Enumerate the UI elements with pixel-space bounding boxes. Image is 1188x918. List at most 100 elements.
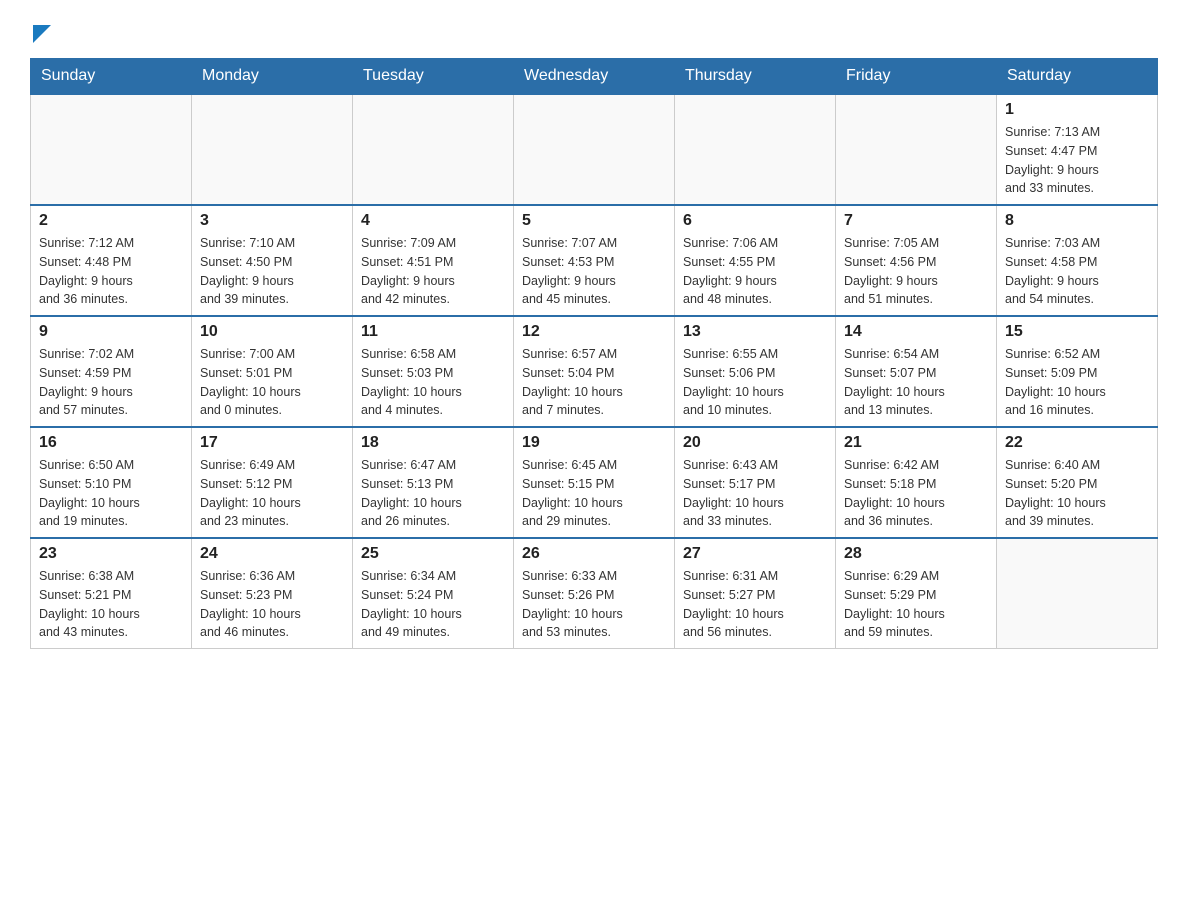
day-number: 26: [522, 545, 666, 563]
calendar-cell: 5 Sunrise: 7:07 AMSunset: 4:53 PMDaylight…: [514, 205, 675, 316]
day-number: 9: [39, 323, 183, 341]
calendar-cell: 23 Sunrise: 6:38 AMSunset: 5:21 PMDayligh…: [31, 538, 192, 649]
day-info: Sunrise: 6:49 AMSunset: 5:12 PMDaylight:…: [200, 456, 344, 531]
day-number: 28: [844, 545, 988, 563]
day-info: Sunrise: 6:33 AMSunset: 5:26 PMDaylight:…: [522, 567, 666, 642]
calendar-cell: [836, 94, 997, 205]
calendar-cell: 9 Sunrise: 7:02 AMSunset: 4:59 PMDaylight…: [31, 316, 192, 427]
weekday-header-row: SundayMondayTuesdayWednesdayThursdayFrid…: [31, 59, 1158, 95]
day-number: 15: [1005, 323, 1149, 341]
page-header: [30, 20, 1158, 48]
calendar-cell: [675, 94, 836, 205]
calendar-cell: 7 Sunrise: 7:05 AMSunset: 4:56 PMDaylight…: [836, 205, 997, 316]
calendar-cell: 1 Sunrise: 7:13 AMSunset: 4:47 PMDaylight…: [997, 94, 1158, 205]
day-info: Sunrise: 6:57 AMSunset: 5:04 PMDaylight:…: [522, 345, 666, 420]
day-number: 24: [200, 545, 344, 563]
week-row-3: 9 Sunrise: 7:02 AMSunset: 4:59 PMDaylight…: [31, 316, 1158, 427]
day-info: Sunrise: 7:09 AMSunset: 4:51 PMDaylight:…: [361, 234, 505, 309]
day-number: 21: [844, 434, 988, 452]
day-info: Sunrise: 7:10 AMSunset: 4:50 PMDaylight:…: [200, 234, 344, 309]
calendar-cell: 18 Sunrise: 6:47 AMSunset: 5:13 PMDayligh…: [353, 427, 514, 538]
logo: [30, 20, 51, 48]
day-number: 16: [39, 434, 183, 452]
calendar-cell: [192, 94, 353, 205]
day-number: 2: [39, 212, 183, 230]
day-info: Sunrise: 6:38 AMSunset: 5:21 PMDaylight:…: [39, 567, 183, 642]
calendar-table: SundayMondayTuesdayWednesdayThursdayFrid…: [30, 58, 1158, 649]
calendar-cell: 24 Sunrise: 6:36 AMSunset: 5:23 PMDayligh…: [192, 538, 353, 649]
day-number: 8: [1005, 212, 1149, 230]
weekday-header-friday: Friday: [836, 59, 997, 95]
calendar-cell: 20 Sunrise: 6:43 AMSunset: 5:17 PMDayligh…: [675, 427, 836, 538]
weekday-header-saturday: Saturday: [997, 59, 1158, 95]
day-info: Sunrise: 6:54 AMSunset: 5:07 PMDaylight:…: [844, 345, 988, 420]
day-number: 7: [844, 212, 988, 230]
day-info: Sunrise: 6:52 AMSunset: 5:09 PMDaylight:…: [1005, 345, 1149, 420]
weekday-header-monday: Monday: [192, 59, 353, 95]
day-info: Sunrise: 6:47 AMSunset: 5:13 PMDaylight:…: [361, 456, 505, 531]
day-number: 22: [1005, 434, 1149, 452]
day-info: Sunrise: 7:02 AMSunset: 4:59 PMDaylight:…: [39, 345, 183, 420]
day-number: 23: [39, 545, 183, 563]
calendar-cell: 13Sunrise: 6:55 AMSunset: 5:06 PMDayligh…: [675, 316, 836, 427]
calendar-cell: 8 Sunrise: 7:03 AMSunset: 4:58 PMDaylight…: [997, 205, 1158, 316]
calendar-cell: 10 Sunrise: 7:00 AMSunset: 5:01 PMDayligh…: [192, 316, 353, 427]
calendar-cell: 25 Sunrise: 6:34 AMSunset: 5:24 PMDayligh…: [353, 538, 514, 649]
day-info: Sunrise: 6:45 AMSunset: 5:15 PMDaylight:…: [522, 456, 666, 531]
calendar-cell: 21 Sunrise: 6:42 AMSunset: 5:18 PMDayligh…: [836, 427, 997, 538]
day-number: 1: [1005, 101, 1149, 119]
calendar-cell: 16 Sunrise: 6:50 AMSunset: 5:10 PMDayligh…: [31, 427, 192, 538]
calendar-cell: 4Sunrise: 7:09 AMSunset: 4:51 PMDaylight…: [353, 205, 514, 316]
day-number: 20: [683, 434, 827, 452]
day-info: Sunrise: 6:40 AMSunset: 5:20 PMDaylight:…: [1005, 456, 1149, 531]
calendar-cell: [514, 94, 675, 205]
day-number: 11: [361, 323, 505, 341]
calendar-cell: 27 Sunrise: 6:31 AMSunset: 5:27 PMDayligh…: [675, 538, 836, 649]
day-info: Sunrise: 6:58 AMSunset: 5:03 PMDaylight:…: [361, 345, 505, 420]
day-number: 18: [361, 434, 505, 452]
weekday-header-sunday: Sunday: [31, 59, 192, 95]
calendar-cell: 6 Sunrise: 7:06 AMSunset: 4:55 PMDaylight…: [675, 205, 836, 316]
calendar-cell: 3Sunrise: 7:10 AMSunset: 4:50 PMDaylight…: [192, 205, 353, 316]
day-info: Sunrise: 6:42 AMSunset: 5:18 PMDaylight:…: [844, 456, 988, 531]
day-info: Sunrise: 7:00 AMSunset: 5:01 PMDaylight:…: [200, 345, 344, 420]
calendar-cell: 12 Sunrise: 6:57 AMSunset: 5:04 PMDayligh…: [514, 316, 675, 427]
week-row-5: 23 Sunrise: 6:38 AMSunset: 5:21 PMDayligh…: [31, 538, 1158, 649]
weekday-header-tuesday: Tuesday: [353, 59, 514, 95]
day-info: Sunrise: 7:12 AMSunset: 4:48 PMDaylight:…: [39, 234, 183, 309]
day-number: 25: [361, 545, 505, 563]
calendar-cell: 2 Sunrise: 7:12 AMSunset: 4:48 PMDaylight…: [31, 205, 192, 316]
day-number: 6: [683, 212, 827, 230]
day-info: Sunrise: 6:36 AMSunset: 5:23 PMDaylight:…: [200, 567, 344, 642]
day-info: Sunrise: 7:05 AMSunset: 4:56 PMDaylight:…: [844, 234, 988, 309]
calendar-cell: 14 Sunrise: 6:54 AMSunset: 5:07 PMDayligh…: [836, 316, 997, 427]
calendar-cell: 22 Sunrise: 6:40 AMSunset: 5:20 PMDayligh…: [997, 427, 1158, 538]
day-number: 5: [522, 212, 666, 230]
day-info: Sunrise: 6:43 AMSunset: 5:17 PMDaylight:…: [683, 456, 827, 531]
weekday-header-thursday: Thursday: [675, 59, 836, 95]
day-number: 27: [683, 545, 827, 563]
day-info: Sunrise: 7:03 AMSunset: 4:58 PMDaylight:…: [1005, 234, 1149, 309]
day-info: Sunrise: 6:34 AMSunset: 5:24 PMDaylight:…: [361, 567, 505, 642]
day-info: Sunrise: 6:50 AMSunset: 5:10 PMDaylight:…: [39, 456, 183, 531]
day-number: 10: [200, 323, 344, 341]
day-number: 12: [522, 323, 666, 341]
week-row-1: 1 Sunrise: 7:13 AMSunset: 4:47 PMDaylight…: [31, 94, 1158, 205]
day-info: Sunrise: 7:06 AMSunset: 4:55 PMDaylight:…: [683, 234, 827, 309]
day-number: 13: [683, 323, 827, 341]
day-info: Sunrise: 7:07 AMSunset: 4:53 PMDaylight:…: [522, 234, 666, 309]
calendar-cell: [997, 538, 1158, 649]
calendar-cell: 19 Sunrise: 6:45 AMSunset: 5:15 PMDayligh…: [514, 427, 675, 538]
calendar-cell: 15 Sunrise: 6:52 AMSunset: 5:09 PMDayligh…: [997, 316, 1158, 427]
calendar-cell: 17 Sunrise: 6:49 AMSunset: 5:12 PMDayligh…: [192, 427, 353, 538]
day-info: Sunrise: 6:29 AMSunset: 5:29 PMDaylight:…: [844, 567, 988, 642]
calendar-cell: 28 Sunrise: 6:29 AMSunset: 5:29 PMDayligh…: [836, 538, 997, 649]
day-number: 14: [844, 323, 988, 341]
day-number: 17: [200, 434, 344, 452]
weekday-header-wednesday: Wednesday: [514, 59, 675, 95]
logo-triangle-icon: [33, 25, 51, 48]
day-number: 19: [522, 434, 666, 452]
week-row-2: 2 Sunrise: 7:12 AMSunset: 4:48 PMDaylight…: [31, 205, 1158, 316]
day-info: Sunrise: 6:31 AMSunset: 5:27 PMDaylight:…: [683, 567, 827, 642]
day-info: Sunrise: 7:13 AMSunset: 4:47 PMDaylight:…: [1005, 123, 1149, 198]
